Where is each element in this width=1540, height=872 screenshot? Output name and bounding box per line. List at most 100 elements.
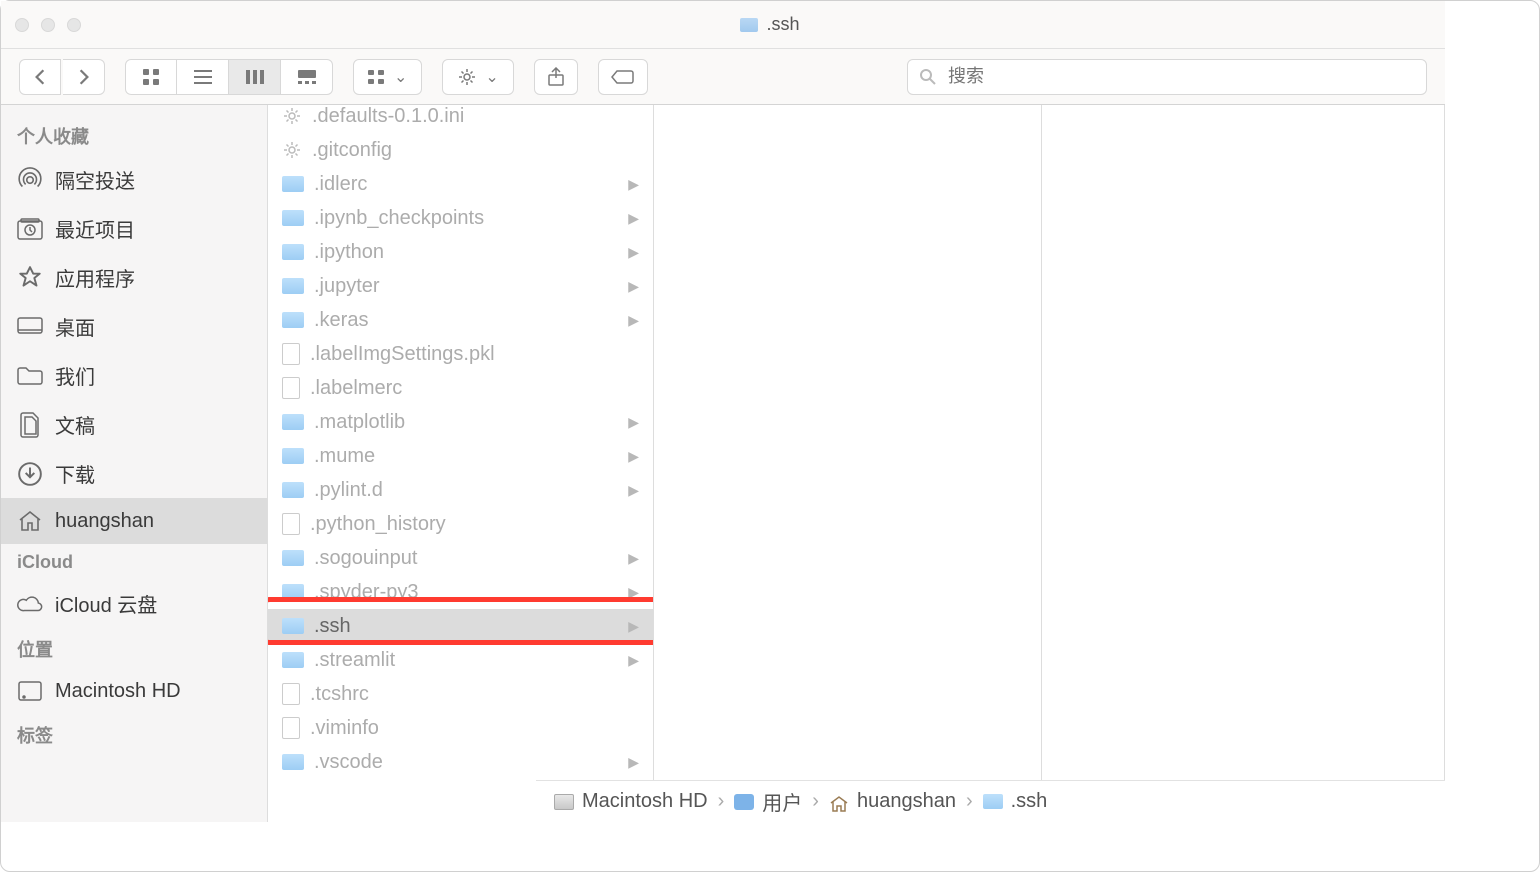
- file-name: .ipynb_checkpoints: [314, 207, 618, 230]
- file-row[interactable]: .viminfo: [268, 711, 653, 745]
- maximize-window[interactable]: [67, 18, 81, 32]
- sidebar-section-title: 位置: [1, 628, 267, 668]
- sidebar-item-home[interactable]: huangshan: [1, 498, 267, 544]
- action-dropdown[interactable]: ⌄: [442, 59, 513, 95]
- tags-button[interactable]: [598, 59, 648, 95]
- chevron-right-icon: ▶: [628, 312, 639, 329]
- sidebar-item-recent[interactable]: 最近项目: [1, 204, 267, 253]
- folder-icon: [983, 794, 1003, 810]
- file-row[interactable]: .defaults-0.1.0.ini: [268, 105, 653, 133]
- breadcrumb[interactable]: 用户: [734, 787, 802, 816]
- breadcrumb[interactable]: .ssh: [983, 790, 1048, 813]
- file-name: .viminfo: [310, 717, 639, 740]
- icon-view-button[interactable]: [125, 59, 177, 95]
- file-icon: [282, 377, 300, 399]
- minimize-window[interactable]: [41, 18, 55, 32]
- folder-icon: [282, 550, 304, 566]
- folder-row[interactable]: .sogouinput ▶: [268, 541, 653, 575]
- file-name: .keras: [314, 309, 618, 332]
- chevron-right-icon: ▶: [628, 618, 639, 635]
- breadcrumb-label: huangshan: [857, 790, 956, 813]
- file-name: .labelmerc: [310, 377, 639, 400]
- file-row[interactable]: .gitconfig: [268, 133, 653, 167]
- chevron-right-icon: ▶: [628, 754, 639, 771]
- file-row[interactable]: .tcshrc: [268, 677, 653, 711]
- folder-row[interactable]: .pylint.d▶: [268, 473, 653, 507]
- desktop-icon: [17, 314, 43, 340]
- column-view-button[interactable]: [229, 59, 281, 95]
- folder-icon: [282, 210, 304, 226]
- folder-icon: [282, 754, 304, 770]
- back-button[interactable]: [19, 59, 61, 95]
- sidebar-item-documents[interactable]: 文稿: [1, 400, 267, 449]
- folder-row[interactable]: .vscode ▶: [268, 745, 653, 779]
- chevron-right-icon: ▶: [628, 448, 639, 465]
- folder-row[interactable]: .matplotlib▶: [268, 405, 653, 439]
- folder-icon: [282, 618, 304, 634]
- list-view-button[interactable]: [177, 59, 229, 95]
- file-name: .tcshrc: [310, 683, 639, 706]
- sidebar-item-label: 桌面: [55, 312, 95, 341]
- window-controls: [15, 18, 81, 32]
- file-name: .mume: [314, 445, 618, 468]
- sidebar-item-hd[interactable]: Macintosh HD: [1, 668, 267, 714]
- sidebar-item-label: Macintosh HD: [55, 680, 181, 703]
- hd-icon: [17, 678, 43, 704]
- share-button[interactable]: [534, 59, 578, 95]
- sidebar-item-apps[interactable]: 应用程序: [1, 253, 267, 302]
- view-mode-selector: [125, 59, 333, 95]
- search-field[interactable]: [907, 59, 1427, 95]
- folder-row[interactable]: .jupyter▶: [268, 269, 653, 303]
- folder-row[interactable]: .streamlit ▶: [268, 643, 653, 677]
- file-name: .matplotlib: [314, 411, 618, 434]
- folder-row[interactable]: .ipython▶: [268, 235, 653, 269]
- hd-icon: [554, 794, 574, 810]
- file-icon: [282, 683, 300, 705]
- folder-icon: [740, 18, 758, 32]
- breadcrumb[interactable]: Macintosh HD: [554, 790, 708, 813]
- main-area: 个人收藏隔空投送最近项目应用程序桌面我们文稿下载huangshaniCloudi…: [1, 105, 1445, 822]
- chevron-right-icon: ▶: [628, 652, 639, 669]
- folder-row[interactable]: .mume ▶: [268, 439, 653, 473]
- gallery-view-button[interactable]: [281, 59, 333, 95]
- sidebar-item-downloads[interactable]: 下载: [1, 449, 267, 498]
- folder-row[interactable]: .ssh ▶: [268, 609, 653, 643]
- folder-icon: [282, 414, 304, 430]
- breadcrumb[interactable]: huangshan: [829, 790, 956, 813]
- home-icon: [829, 794, 849, 810]
- search-input[interactable]: [907, 59, 1427, 95]
- file-row[interactable]: .labelmerc: [268, 371, 653, 405]
- breadcrumb-separator: ›: [812, 790, 819, 813]
- file-icon: [282, 717, 300, 739]
- folder-row[interactable]: .idlerc▶: [268, 167, 653, 201]
- file-row[interactable]: .labelImgSettings.pkl: [268, 337, 653, 371]
- airdrop-icon: [17, 167, 43, 193]
- folder-row[interactable]: .spyder-py3▶: [268, 575, 653, 609]
- column-3[interactable]: [1042, 105, 1445, 822]
- folder-icon: [282, 448, 304, 464]
- chevron-right-icon: ▶: [628, 176, 639, 193]
- file-name: .vscode: [314, 751, 618, 774]
- sidebar-item-cloud[interactable]: iCloud 云盘: [1, 579, 267, 628]
- sidebar-item-folder[interactable]: 我们: [1, 351, 267, 400]
- sidebar-item-desktop[interactable]: 桌面: [1, 302, 267, 351]
- group-by-dropdown[interactable]: ⌄: [353, 59, 422, 95]
- file-name: .ipython: [314, 241, 618, 264]
- chevron-right-icon: ▶: [628, 550, 639, 567]
- chevron-down-icon: ⌄: [394, 67, 407, 87]
- folder-row[interactable]: .ipynb_checkpoints▶: [268, 201, 653, 235]
- folder-row[interactable]: .keras ▶: [268, 303, 653, 337]
- file-name: .ssh: [314, 615, 618, 638]
- sidebar-item-label: huangshan: [55, 510, 154, 533]
- file-name: .defaults-0.1.0.ini: [312, 105, 639, 128]
- file-row[interactable]: .python_history: [268, 507, 653, 541]
- file-name: .gitconfig: [312, 139, 639, 162]
- file-name: .streamlit: [314, 649, 618, 672]
- search-icon: [919, 68, 937, 86]
- column-2[interactable]: [654, 105, 1042, 822]
- file-name: .sogouinput: [314, 547, 618, 570]
- forward-button[interactable]: [63, 59, 105, 95]
- column-1[interactable]: .defaults-0.1.0.ini.gitconfig.idlerc▶.ip…: [268, 105, 654, 822]
- sidebar-item-airdrop[interactable]: 隔空投送: [1, 155, 267, 204]
- close-window[interactable]: [15, 18, 29, 32]
